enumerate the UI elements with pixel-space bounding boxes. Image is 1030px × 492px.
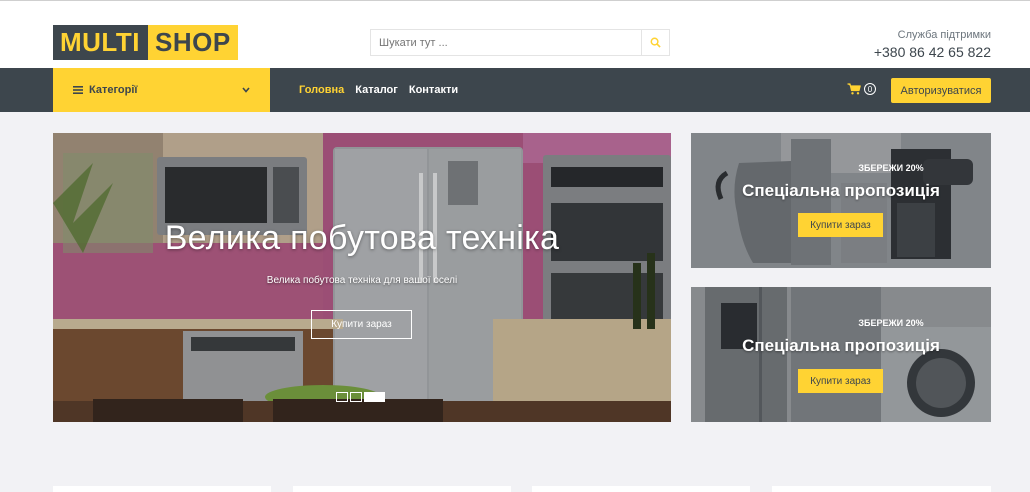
search-button[interactable] [641,30,669,55]
nav-item-home[interactable]: Головна [299,84,344,96]
shop-logo[interactable]: MULTI SHOP [53,25,238,60]
hero-title: Велика побутова техніка [164,219,560,257]
logo-part-multi: MULTI [53,25,148,60]
offer-title: Спеціальна пропозиція [742,181,940,200]
offer-buy-now-button[interactable]: Купити зараз [798,369,883,393]
hero-subtitle: Велика побутова техніка для вашої оселі [266,275,458,286]
product-card[interactable] [772,486,991,492]
categories-label: Категорії [89,84,138,96]
nav-menu: Головна Каталог Контакти [299,68,469,112]
search-bar [370,29,670,56]
categories-dropdown[interactable]: Категорії [53,68,270,112]
offer-buy-now-button[interactable]: Купити зараз [798,213,883,237]
menu-icon [73,86,83,94]
chevron-down-icon [242,87,250,93]
cart-button[interactable]: 0 [847,83,876,95]
special-offer-card-1[interactable]: ЗБЕРЕЖИ 20% Спеціальна пропозиція Купити… [691,133,991,268]
support-block: Служба підтримки +380 86 42 65 822 [874,29,991,60]
top-header: MULTI SHOP Служба підтримки +380 86 42 6… [0,0,1030,68]
product-card[interactable] [293,486,511,492]
cart-icon [847,83,861,95]
product-card[interactable] [532,486,750,492]
support-label: Служба підтримки [897,29,991,41]
offer-discount-label: ЗБЕРЕЖИ 20% [858,163,924,173]
carousel-indicator[interactable] [336,392,348,402]
search-icon [650,37,661,48]
main-navbar: Категорії Головна Каталог Контакти 0 Авт… [0,68,1030,112]
login-button[interactable]: Авторизуватися [891,78,991,103]
offer-title: Спеціальна пропозиція [742,336,940,355]
nav-item-catalog[interactable]: Каталог [355,84,398,96]
support-phone[interactable]: +380 86 42 65 822 [874,44,991,60]
hero-buy-now-button[interactable]: Купити зараз [311,310,412,339]
hero-carousel[interactable]: Велика побутова техніка Велика побутова … [53,133,671,422]
carousel-indicators [336,392,387,402]
search-input[interactable] [371,30,641,55]
offer-discount-label: ЗБЕРЕЖИ 20% [858,318,924,328]
special-offer-card-2[interactable]: ЗБЕРЕЖИ 20% Спеціальна пропозиція Купити… [691,287,991,422]
logo-part-shop: SHOP [148,25,238,60]
nav-item-contacts[interactable]: Контакти [409,84,458,96]
carousel-indicator-active[interactable] [364,392,385,402]
product-card[interactable] [53,486,271,492]
cart-count-badge: 0 [864,83,876,95]
product-cards-row [53,486,991,492]
carousel-indicator[interactable] [350,392,362,402]
